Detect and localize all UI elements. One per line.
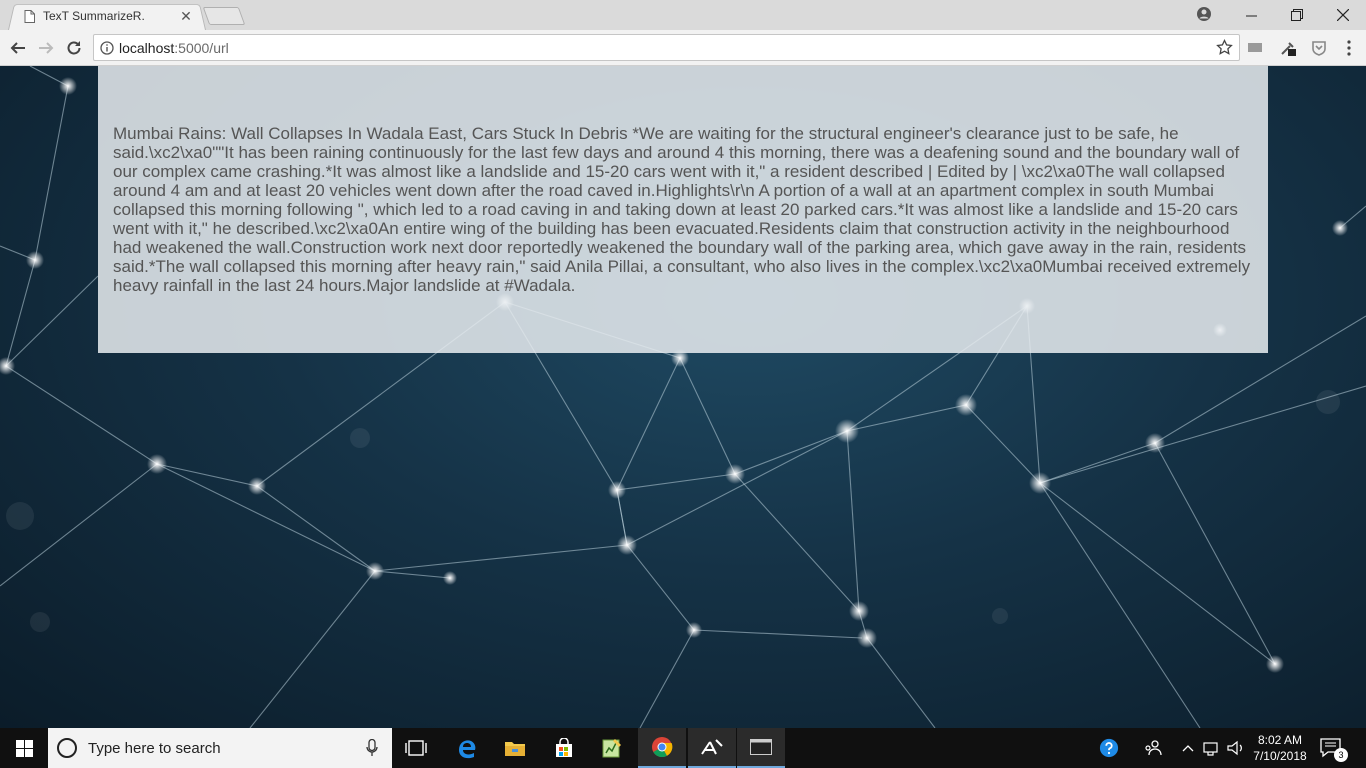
tab-strip: TexT SummarizeR. ✕ bbox=[0, 0, 1366, 30]
minimize-button[interactable] bbox=[1228, 0, 1274, 30]
windows-logo-icon bbox=[15, 739, 33, 757]
shield-extension-icon[interactable] bbox=[1310, 39, 1328, 57]
terminal-icon bbox=[750, 739, 772, 755]
task-view-icon bbox=[405, 740, 427, 756]
back-button[interactable] bbox=[7, 37, 29, 59]
menu-kebab-icon[interactable] bbox=[1340, 39, 1358, 57]
people-icon bbox=[1145, 740, 1162, 756]
notepad-icon bbox=[602, 739, 621, 758]
clock-time: 8:02 AM bbox=[1257, 733, 1303, 747]
tab-title: TexT SummarizeR. bbox=[43, 9, 145, 23]
search-placeholder: Type here to search bbox=[88, 740, 221, 757]
close-window-button[interactable] bbox=[1320, 0, 1366, 30]
summary-panel: Mumbai Rains: Wall Collapses In Wadala E… bbox=[98, 66, 1268, 353]
profile-icon[interactable] bbox=[1196, 6, 1212, 22]
network-icon bbox=[1203, 742, 1218, 756]
minimize-icon bbox=[1245, 15, 1257, 16]
restore-icon bbox=[1291, 9, 1303, 21]
volume-button[interactable] bbox=[1226, 738, 1246, 758]
back-arrow-icon bbox=[10, 42, 25, 54]
network-button[interactable] bbox=[1202, 738, 1222, 758]
close-icon bbox=[1337, 9, 1349, 21]
microphone-icon[interactable] bbox=[366, 739, 378, 757]
new-tab-button[interactable] bbox=[202, 7, 246, 25]
forward-button[interactable] bbox=[35, 37, 57, 59]
help-icon[interactable] bbox=[1099, 738, 1119, 758]
speaker-icon bbox=[1227, 740, 1242, 756]
summary-text: Mumbai Rains: Wall Collapses In Wadala E… bbox=[113, 124, 1251, 295]
notification-count-badge: 3 bbox=[1334, 748, 1348, 762]
taskbar-search-box[interactable]: Type here to search bbox=[48, 728, 392, 768]
restore-button[interactable] bbox=[1274, 0, 1320, 30]
taskbar-file-explorer[interactable] bbox=[491, 728, 539, 768]
clock-date: 7/10/2018 bbox=[1253, 749, 1307, 763]
url-text: localhost:5000/url bbox=[119, 40, 229, 56]
bookmark-star-icon[interactable] bbox=[1216, 39, 1233, 56]
url-host: localhost bbox=[119, 40, 175, 56]
taskbar-notepad-app[interactable] bbox=[588, 728, 636, 768]
taskbar-terminal[interactable] bbox=[737, 728, 785, 768]
browser-tab[interactable]: TexT SummarizeR. ✕ bbox=[8, 2, 206, 30]
start-button[interactable] bbox=[0, 728, 48, 768]
task-view-button[interactable] bbox=[392, 728, 440, 768]
folder-icon bbox=[505, 742, 525, 756]
chrome-icon bbox=[652, 737, 673, 758]
address-bar[interactable]: localhost:5000/url bbox=[93, 34, 1240, 61]
forward-arrow-icon bbox=[39, 42, 54, 54]
taskbar-chrome[interactable] bbox=[638, 728, 686, 768]
browser-toolbar: localhost:5000/url bbox=[0, 30, 1366, 66]
edge-icon bbox=[459, 740, 476, 759]
page-viewport: Mumbai Rains: Wall Collapses In Wadala E… bbox=[0, 66, 1366, 728]
people-button[interactable] bbox=[1143, 738, 1163, 758]
system-clock[interactable]: 8:02 AM 7/10/2018 bbox=[1246, 732, 1314, 764]
reload-icon bbox=[67, 41, 81, 55]
taskbar-dev-tool[interactable] bbox=[688, 728, 736, 768]
show-hidden-icons-button[interactable] bbox=[1178, 738, 1198, 758]
cast-extension-icon[interactable] bbox=[1246, 39, 1264, 57]
taskbar-edge[interactable] bbox=[443, 728, 491, 768]
url-path: :5000/url bbox=[174, 40, 229, 56]
cortana-icon bbox=[57, 738, 77, 758]
info-icon[interactable] bbox=[100, 41, 114, 55]
code-tool-icon bbox=[701, 739, 723, 755]
help-circle-icon bbox=[1099, 738, 1119, 758]
reload-button[interactable] bbox=[63, 37, 85, 59]
document-icon bbox=[24, 9, 35, 23]
close-tab-icon[interactable]: ✕ bbox=[178, 8, 194, 24]
chevron-up-icon bbox=[1182, 745, 1194, 752]
eyedropper-extension-icon[interactable] bbox=[1279, 39, 1297, 57]
store-bag-icon bbox=[556, 738, 572, 757]
taskbar-store[interactable] bbox=[540, 728, 588, 768]
taskbar: Type here to search 8:02 AM 7/10/2018 3 bbox=[0, 728, 1366, 768]
